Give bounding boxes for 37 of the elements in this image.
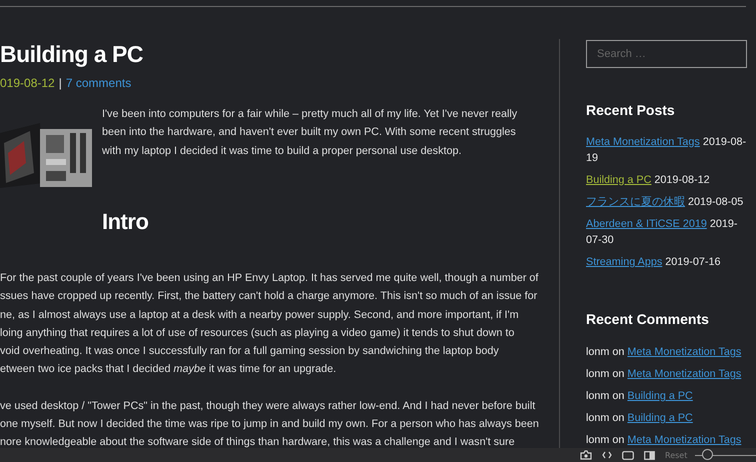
window-icon[interactable] [622, 450, 634, 460]
intro-paragraph: I've been into computers for a fair while – pretty much all of my life. Yet I've never really been into the hardware, and haven't ever built my own PC. With some recent struggles with my laptop I decided it was time to build a proper personal use desktop. [102, 107, 518, 159]
recent-post-entry: Building a PC 2019-08-12 [586, 173, 711, 188]
post-link[interactable]: Streaming Apps [586, 256, 662, 268]
reset-button[interactable]: Reset [665, 450, 688, 460]
slider-thumb[interactable] [702, 449, 714, 460]
post-link[interactable]: Meta Monetization Tags [627, 434, 742, 446]
comment-author: lonm on [586, 412, 624, 424]
post-link[interactable]: Building a PC [627, 390, 693, 402]
post-title: Building a PC [0, 40, 144, 69]
comment-author: lonm on [586, 346, 624, 358]
post-date: 019-08-12 [0, 76, 55, 90]
body-paragraph: ve used desktop / "Tower PCs" in the past, though they were always rather low-end. And I had never before built one myself. But now I decided the time was ripe to jump in and build my own. For a person who has always been nore knowledgeable about the software side of things than hardware, this was a challenge and I wasn't sure [0, 398, 540, 450]
recent-post-entry: Meta Monetization Tags 2019-08-19 [586, 135, 748, 166]
recent-post-entry: Aberdeen & ITiCSE 2019 2019-07-30 [586, 217, 738, 248]
split-view-icon[interactable] [644, 450, 655, 460]
post-link[interactable]: フランスに夏の休暇 [586, 196, 685, 208]
comments-link[interactable]: 7 comments [66, 76, 132, 90]
recent-post-entry: Streaming Apps 2019-07-16 [586, 255, 722, 270]
widget-title: Recent Comments [586, 310, 710, 328]
comment-author: lonm on [586, 434, 624, 446]
search-field[interactable]: Search … [586, 40, 747, 68]
post-link[interactable]: Aberdeen & ITiCSE 2019 [586, 218, 707, 230]
section-heading: Intro [102, 208, 150, 236]
meta-separator: | [58, 76, 62, 90]
comment-author: lonm on [586, 390, 624, 402]
body-paragraph: For the past couple of years I've been using an HP Envy Laptop. It has served me quite well, though a number of ssues have cropped up recently. First, the battery can't hold a charge anymore. This isn't so much of an issue for ne, as I almost always use a laptop at a desk with a nearby power supply. Second, and more important, if I'm loing anything that requires a lot of use of resources (such as playing a video game) it tends to shut down to void overheating. It was once I successfully ran for a full gaming session by sandwiching the laptop body etween two ice packs that I decided maybe it was time for an upgrade. [0, 271, 540, 378]
post-link[interactable]: Meta Monetization Tags [627, 346, 742, 358]
post-link[interactable]: Building a PC [586, 174, 652, 186]
post-link[interactable]: Meta Monetization Tags [586, 136, 700, 148]
camera-icon[interactable] [580, 450, 592, 460]
code-icon[interactable] [602, 451, 612, 459]
recent-post-entry: フランスに夏の休暇 2019-08-05 [586, 195, 744, 210]
post-link[interactable]: Meta Monetization Tags [627, 368, 742, 380]
post-link[interactable]: Building a PC [627, 412, 693, 424]
widget-title: Recent Posts [586, 101, 676, 119]
comment-author: lonm on [586, 368, 624, 380]
